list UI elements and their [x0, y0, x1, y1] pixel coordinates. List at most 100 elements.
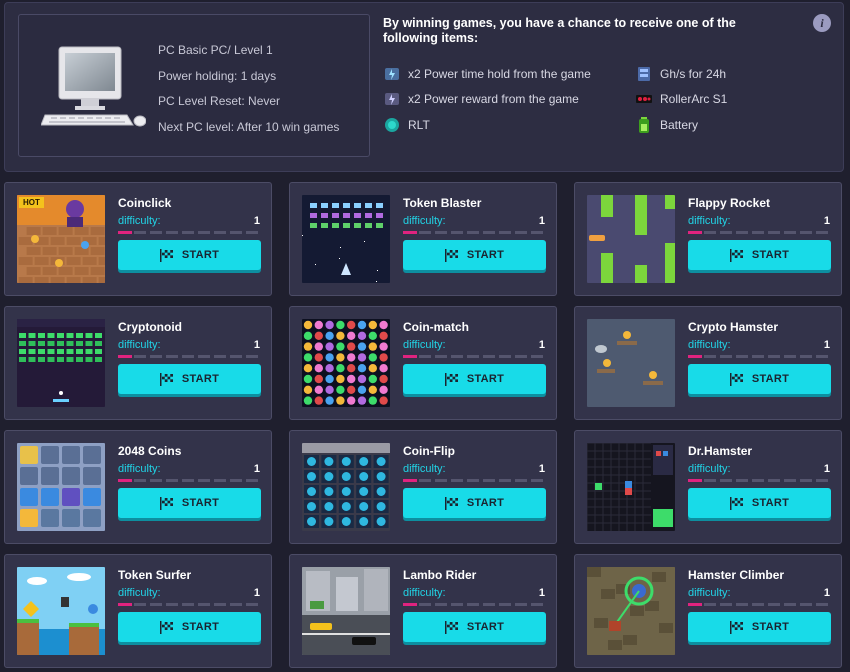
game-title: Token Blaster	[403, 196, 482, 210]
start-button[interactable]: START	[118, 364, 261, 394]
difficulty-bar-fill	[688, 355, 703, 358]
start-button-label: START	[466, 497, 505, 509]
reward-label: Gh/s for 24h	[660, 67, 727, 81]
game-title: Cryptonoid	[118, 320, 182, 334]
game-thumbnail[interactable]	[587, 443, 675, 531]
difficulty-label: difficulty:	[688, 339, 731, 351]
start-button[interactable]: START	[688, 612, 831, 642]
start-button[interactable]: START	[688, 240, 831, 270]
battery-icon	[639, 117, 649, 133]
game-card: Lambo Rider difficulty: 1 START	[289, 554, 557, 668]
pc-next-level: Next PC level: After 10 win games	[158, 119, 340, 134]
game-title: Dr.Hamster	[688, 444, 753, 458]
difficulty-label: difficulty:	[403, 215, 446, 227]
hot-badge: HOT	[19, 197, 44, 208]
game-thumbnail[interactable]	[302, 443, 390, 531]
pc-power-holding: Power holding: 1 days	[158, 68, 277, 83]
game-card: Crypto Hamster difficulty: 1 START	[574, 306, 842, 420]
game-card: Coin-Flip difficulty: 1 START	[289, 430, 557, 544]
start-button[interactable]: START	[118, 612, 261, 642]
start-button[interactable]: START	[403, 364, 546, 394]
difficulty-bar-fill	[118, 603, 133, 606]
game-title: Crypto Hamster	[688, 320, 779, 334]
difficulty-label: difficulty:	[118, 215, 161, 227]
start-button[interactable]: START	[688, 364, 831, 394]
game-title: Token Surfer	[118, 568, 192, 582]
difficulty-label: difficulty:	[118, 587, 161, 599]
info-icon[interactable]: i	[813, 14, 831, 32]
game-card: Dr.Hamster difficulty: 1 START	[574, 430, 842, 544]
difficulty-value: 1	[253, 339, 260, 351]
rollerarc-icon	[636, 95, 652, 103]
difficulty-bar	[688, 355, 832, 358]
checkered-flag-icon	[159, 620, 173, 634]
checkered-flag-icon	[159, 372, 173, 386]
reward-item: x2 Power reward from the game	[383, 90, 579, 108]
rewards-info-panel: PC Basic PC/ Level 1 Power holding: 1 da…	[4, 2, 844, 172]
game-thumbnail[interactable]: HOT	[17, 195, 105, 283]
game-card: Token Surfer difficulty: 1 START	[4, 554, 272, 668]
difficulty-bar	[118, 355, 262, 358]
game-thumbnail[interactable]	[302, 195, 390, 283]
difficulty-bar-fill	[118, 231, 133, 234]
start-button[interactable]: START	[403, 240, 546, 270]
reward-label: Battery	[660, 118, 699, 132]
reward-label: x2 Power reward from the game	[408, 92, 579, 106]
game-thumbnail[interactable]	[302, 567, 390, 655]
reward-item: RLT	[383, 116, 430, 134]
game-thumbnail[interactable]	[587, 319, 675, 407]
difficulty-value: 1	[538, 215, 545, 227]
difficulty-label: difficulty:	[118, 463, 161, 475]
difficulty-bar	[403, 479, 547, 482]
reward-item: RollerArc S1	[635, 90, 727, 108]
game-thumbnail[interactable]	[17, 319, 105, 407]
start-button[interactable]: START	[688, 488, 831, 518]
game-thumbnail[interactable]	[587, 195, 675, 283]
rlt-token-icon	[385, 118, 399, 132]
pc-stats: PC Basic PC/ Level 1 Power holding: 1 da…	[158, 43, 339, 145]
power-reward-icon	[385, 93, 399, 105]
game-card: Hamster Climber difficulty: 1 START	[574, 554, 842, 668]
reward-label: RollerArc S1	[660, 92, 728, 106]
difficulty-bar	[688, 603, 832, 606]
start-button[interactable]: START	[403, 488, 546, 518]
difficulty-label: difficulty:	[688, 587, 731, 599]
start-button-label: START	[466, 249, 505, 261]
pc-model: PC Basic PC/ Level 1	[158, 43, 273, 57]
checkered-flag-icon	[444, 496, 458, 510]
start-button-label: START	[181, 249, 220, 261]
difficulty-bar	[403, 603, 547, 606]
game-card: Flappy Rocket difficulty: 1 START	[574, 182, 842, 296]
difficulty-bar-fill	[688, 231, 703, 234]
difficulty-value: 1	[823, 215, 830, 227]
difficulty-value: 1	[253, 215, 260, 227]
rewards-title: By winning games, you have a chance to r…	[383, 16, 736, 45]
difficulty-bar	[118, 231, 262, 234]
game-title: Lambo Rider	[403, 568, 477, 582]
difficulty-value: 1	[538, 587, 545, 599]
game-thumbnail[interactable]	[17, 443, 105, 531]
game-thumbnail[interactable]	[587, 567, 675, 655]
reward-item: Gh/s for 24h	[635, 65, 726, 83]
start-button[interactable]: START	[403, 612, 546, 642]
start-button-label: START	[181, 621, 220, 633]
start-button-label: START	[751, 497, 790, 509]
difficulty-value: 1	[823, 463, 830, 475]
pc-level-reset: PC Level Reset: Never	[158, 94, 281, 108]
difficulty-bar	[118, 603, 262, 606]
difficulty-label: difficulty:	[688, 215, 731, 227]
checkered-flag-icon	[444, 372, 458, 386]
start-button[interactable]: START	[118, 240, 261, 270]
start-button[interactable]: START	[118, 488, 261, 518]
game-thumbnail[interactable]	[17, 567, 105, 655]
game-card: Coin-match difficulty: 1 START	[289, 306, 557, 420]
game-title: Coin-Flip	[403, 444, 455, 458]
difficulty-bar-fill	[688, 603, 703, 606]
reward-label: RLT	[408, 118, 430, 132]
start-button-label: START	[181, 373, 220, 385]
computer-icon	[41, 46, 146, 127]
game-thumbnail[interactable]	[302, 319, 390, 407]
game-title: Coinclick	[118, 196, 172, 210]
checkered-flag-icon	[444, 248, 458, 262]
difficulty-bar-fill	[688, 479, 703, 482]
